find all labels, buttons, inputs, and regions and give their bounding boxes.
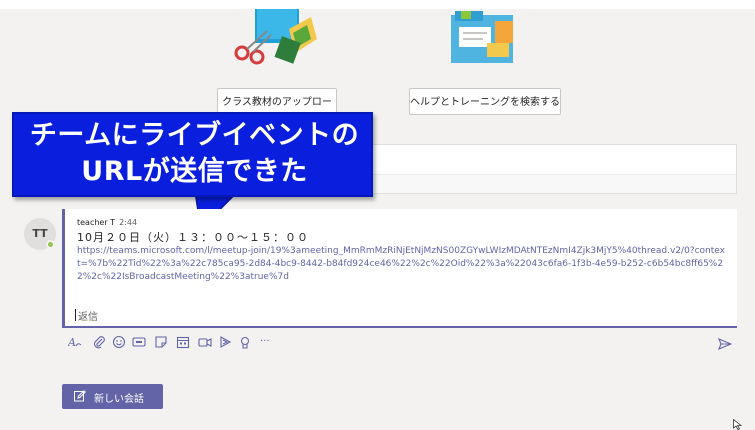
message-date-line: 10月２０日（火）１３：００～１５：００ [77, 231, 309, 244]
format-icon[interactable]: A [68, 335, 82, 349]
callout-line-2: URLが送信できた [81, 156, 308, 187]
new-conversation-label: 新しい会話 [94, 394, 144, 405]
upload-class-materials-button[interactable]: クラス教材のアップロード [217, 88, 337, 135]
new-conversation-button[interactable]: 新しい会話 [62, 384, 163, 409]
compose-icon [74, 390, 86, 402]
svg-text:A: A [68, 336, 76, 349]
attach-icon[interactable] [92, 335, 106, 349]
message-meta: teacher T 2:44 [77, 218, 137, 227]
callout-line-1: チームにライブイベントの [29, 120, 360, 151]
sticker-icon[interactable] [154, 335, 168, 349]
emoji-icon[interactable] [112, 335, 126, 349]
top-bar [0, 0, 755, 9]
message-author[interactable]: teacher T [77, 218, 115, 227]
message-time: 2:44 [119, 218, 138, 227]
stream-icon[interactable] [218, 335, 232, 349]
meet-now-icon[interactable] [198, 335, 212, 349]
presence-available-icon [46, 240, 55, 249]
send-icon[interactable] [718, 336, 733, 351]
gif-icon[interactable] [132, 335, 146, 349]
more-options-icon[interactable]: ··· [260, 335, 274, 349]
reply-input[interactable]: 返信 [62, 302, 737, 328]
upload-illustration [233, 9, 329, 69]
text-caret [75, 309, 76, 321]
channel-message: teacher T 2:44 10月２０日（火）１３：００～１５：００ https… [62, 209, 737, 302]
search-help-training-button[interactable]: ヘルプとトレーニングを検索する [409, 88, 561, 115]
annotation-callout: チームにライブイベントの URLが送信できた [12, 112, 373, 197]
help-illustration [447, 9, 523, 69]
reply-placeholder: 返信 [78, 312, 98, 323]
schedule-meeting-icon[interactable] [176, 335, 190, 349]
meeting-join-link[interactable]: https://teams.microsoft.com/l/meetup-joi… [77, 245, 727, 284]
praise-icon[interactable] [238, 335, 252, 349]
mouse-cursor-icon [733, 419, 742, 430]
